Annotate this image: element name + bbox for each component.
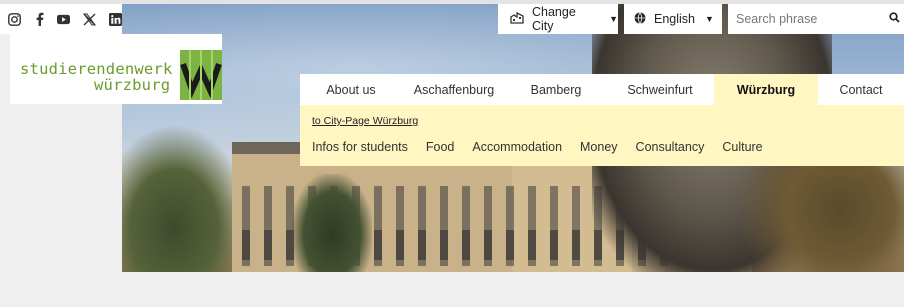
change-city-label: Change City: [532, 5, 576, 33]
submenu-item-accommodation[interactable]: Accommodation: [472, 140, 562, 154]
linkedin-icon[interactable]: [109, 12, 122, 26]
nav-item-about-us[interactable]: About us: [300, 74, 402, 105]
site-logo[interactable]: studierendenwerk würzburg: [10, 34, 222, 104]
search-box: [728, 4, 904, 34]
submenu-item-money[interactable]: Money: [580, 140, 618, 154]
chevron-down-icon: ▼: [705, 14, 714, 24]
instagram-icon[interactable]: [8, 12, 21, 26]
submenu-item-culture[interactable]: Culture: [722, 140, 762, 154]
nav-item-wurzburg[interactable]: Würzburg: [714, 74, 818, 105]
submenu-items: Infos for students Food Accommodation Mo…: [312, 140, 781, 154]
globe-icon: [634, 11, 646, 27]
submenu-item-food[interactable]: Food: [426, 140, 455, 154]
social-bar: [0, 4, 122, 34]
chevron-down-icon: ▼: [609, 14, 618, 24]
language-label: English: [654, 12, 695, 26]
logo-mark-icon: [180, 50, 222, 100]
nav-item-aschaffenburg[interactable]: Aschaffenburg: [402, 74, 506, 105]
city-submenu: to City-Page Würzburg Infos for students…: [300, 105, 904, 166]
language-selector[interactable]: English ▼: [624, 4, 722, 34]
nav-item-schweinfurt[interactable]: Schweinfurt: [606, 74, 714, 105]
search-input[interactable]: [736, 12, 886, 26]
facebook-icon[interactable]: [34, 12, 44, 26]
nav-item-contact[interactable]: Contact: [818, 74, 904, 105]
main-nav: About us Aschaffenburg Bamberg Schweinfu…: [300, 74, 904, 105]
submenu-item-infos-for-students[interactable]: Infos for students: [312, 140, 408, 154]
search-icon[interactable]: [889, 12, 900, 26]
youtube-icon[interactable]: [57, 13, 70, 26]
city-icon: [510, 11, 524, 27]
city-page-link[interactable]: to City-Page Würzburg: [312, 115, 418, 127]
submenu-item-consultancy[interactable]: Consultancy: [636, 140, 705, 154]
logo-text-line2: würzburg: [94, 76, 171, 94]
x-icon[interactable]: [83, 13, 96, 26]
nav-item-bamberg[interactable]: Bamberg: [506, 74, 606, 105]
change-city-button[interactable]: Change City ▼: [498, 4, 618, 34]
